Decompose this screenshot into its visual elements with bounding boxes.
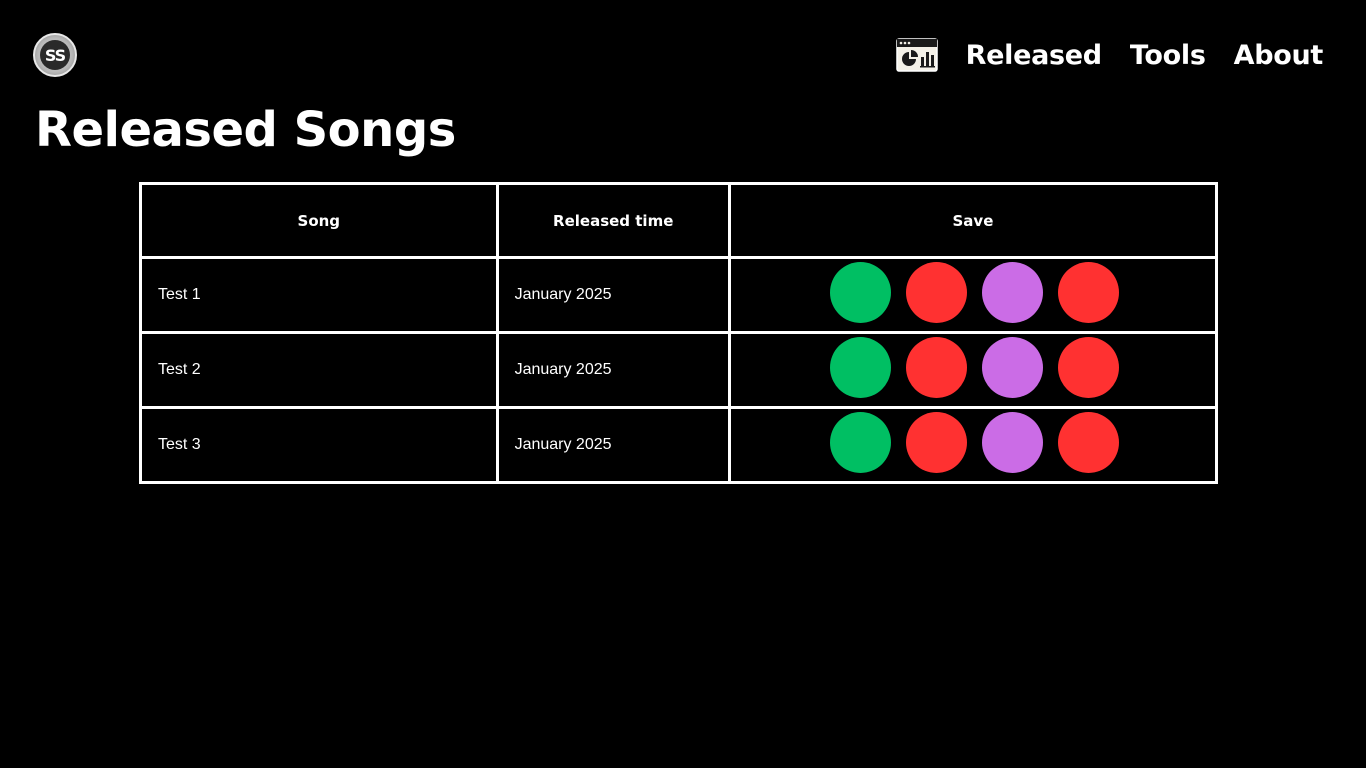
save-button-red[interactable] [1058, 262, 1120, 323]
save-button-red[interactable] [1058, 337, 1120, 398]
save-button-purple[interactable] [982, 337, 1044, 398]
save-button-purple[interactable] [982, 412, 1044, 473]
save-button-red[interactable] [906, 337, 968, 398]
column-header-released-time: Released time [495, 182, 731, 259]
released-time-cell: January 2025 [495, 331, 731, 409]
song-name-cell: Test 3 [139, 406, 499, 484]
nav-link-tools[interactable]: Tools [1130, 40, 1206, 71]
save-buttons [830, 337, 1120, 398]
logo[interactable]: SS [33, 33, 77, 77]
table-row: Test 3 January 2025 [139, 406, 1219, 484]
main-nav: Released Tools About [895, 37, 1324, 73]
released-time-cell: January 2025 [495, 256, 731, 334]
page: SS Released Tools About Released Songs S… [0, 0, 1366, 768]
save-button-purple[interactable] [982, 262, 1044, 323]
column-header-song: Song [139, 182, 499, 259]
column-header-save: Save [727, 182, 1219, 259]
save-cell [727, 331, 1219, 409]
save-buttons [830, 262, 1120, 323]
save-buttons [830, 412, 1120, 473]
table-row: Test 2 January 2025 [139, 331, 1219, 409]
save-button-red[interactable] [906, 262, 968, 323]
logo-text: SS [44, 45, 66, 65]
released-time-cell: January 2025 [495, 406, 731, 484]
table-header-row: Song Released time Save [139, 182, 1219, 259]
save-button-red[interactable] [906, 412, 968, 473]
song-name-cell: Test 2 [139, 331, 499, 409]
nav-link-about[interactable]: About [1234, 40, 1324, 71]
table-row: Test 1 January 2025 [139, 256, 1219, 334]
nav-link-released[interactable]: Released [966, 40, 1103, 71]
save-button-red[interactable] [1058, 412, 1120, 473]
save-button-green[interactable] [830, 337, 892, 398]
logo-badge: SS [40, 40, 70, 70]
save-button-green[interactable] [830, 262, 892, 323]
dashboard-chart-icon[interactable] [895, 38, 938, 72]
page-title: Released Songs [35, 102, 456, 158]
song-name-cell: Test 1 [139, 256, 499, 334]
save-cell [727, 256, 1219, 334]
save-button-green[interactable] [830, 412, 892, 473]
songs-table: Song Released time Save Test 1 January 2… [139, 182, 1219, 484]
save-cell [727, 406, 1219, 484]
